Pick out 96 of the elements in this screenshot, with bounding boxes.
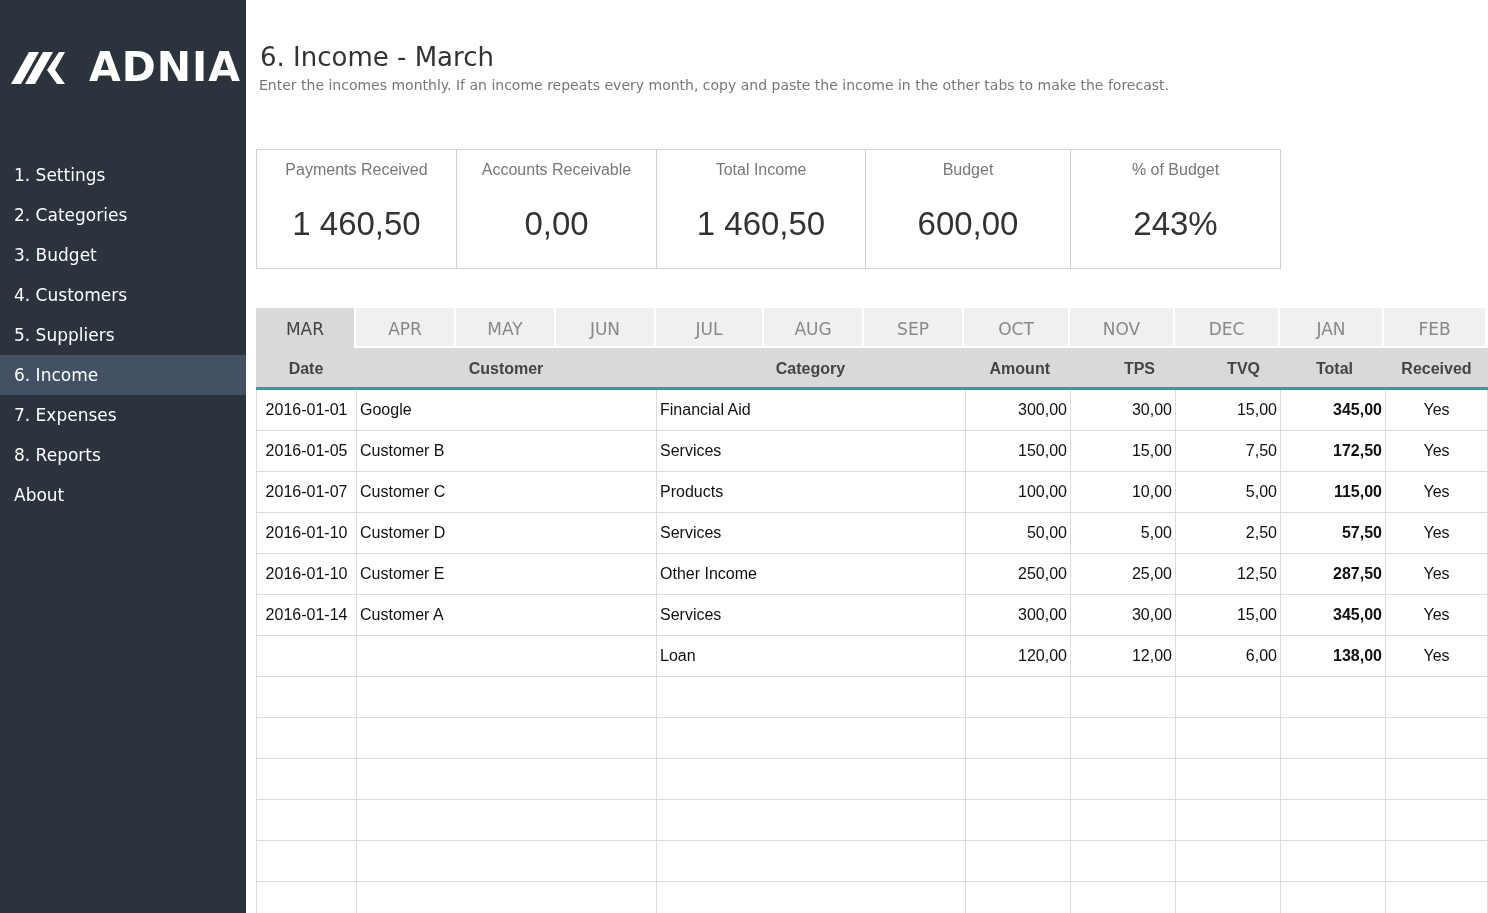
table-cell: 12,00: [1070, 636, 1175, 676]
month-tab[interactable]: DEC: [1175, 308, 1278, 346]
table-cell: 138,00: [1280, 636, 1385, 676]
column-header: TVQ: [1226, 359, 1261, 379]
month-tab[interactable]: AUG: [764, 308, 862, 346]
month-tab[interactable]: SEP: [864, 308, 962, 346]
table-cell: 15,00: [1175, 595, 1280, 635]
card-value: 243%: [1132, 205, 1219, 243]
sidebar-item[interactable]: 2. Categories: [0, 195, 246, 235]
table-cell: Services: [656, 513, 965, 553]
column-header: Customer: [467, 359, 545, 379]
card-label: Accounts Receivable: [480, 161, 633, 179]
table-cell: 30,00: [1070, 390, 1175, 430]
table-cell: Customer E: [356, 554, 656, 594]
table-cell: 2016-01-10: [256, 513, 356, 553]
table-cell: 50,00: [965, 513, 1070, 553]
table-cell: Yes: [1385, 472, 1488, 512]
sidebar-item[interactable]: 1. Settings: [0, 155, 246, 195]
card-value: 0,00: [523, 205, 590, 243]
table-cell: 2,50: [1175, 513, 1280, 553]
table-cell: 10,00: [1070, 472, 1175, 512]
table-cell: 30,00: [1070, 595, 1175, 635]
table-cell: Yes: [1385, 431, 1488, 471]
table-cell: 57,50: [1280, 513, 1385, 553]
table-cell: 300,00: [965, 390, 1070, 430]
card-value: 1 460,50: [291, 205, 422, 243]
month-tab[interactable]: JUN: [556, 308, 654, 346]
page-subtitle: Enter the incomes monthly. If an income repeats every month, copy and paste the income in the other tabs to make the forecast.: [259, 77, 1170, 93]
sidebar-item[interactable]: 5. Suppliers: [0, 315, 246, 355]
sidebar-item[interactable]: 7. Expenses: [0, 395, 246, 435]
table-cell: 2016-01-10: [256, 554, 356, 594]
month-tab[interactable]: JUL: [656, 308, 762, 346]
table-cell: Customer B: [356, 431, 656, 471]
table-cell: 287,50: [1280, 554, 1385, 594]
table-cell: 2016-01-01: [256, 390, 356, 430]
table-cell: Yes: [1385, 595, 1488, 635]
sidebar-item[interactable]: About: [0, 475, 246, 515]
column-header: TPS: [1122, 359, 1156, 379]
table-cell: 345,00: [1280, 595, 1385, 635]
table-cell: 2016-01-07: [256, 472, 356, 512]
column-header: Total: [1314, 359, 1354, 379]
card-label: % of Budget: [1130, 161, 1221, 179]
table-cell: Customer C: [356, 472, 656, 512]
table-cell: 6,00: [1175, 636, 1280, 676]
month-tab[interactable]: MAY: [456, 308, 554, 346]
table-cell: 2016-01-05: [256, 431, 356, 471]
month-tab[interactable]: OCT: [964, 308, 1068, 346]
sidebar-item[interactable]: 8. Reports: [0, 435, 246, 475]
month-tab[interactable]: APR: [356, 308, 454, 346]
page-title: 6. Income - March: [260, 41, 495, 74]
table-cell: Yes: [1385, 390, 1488, 430]
column-header: Amount: [988, 359, 1051, 379]
month-tab[interactable]: MAR: [256, 308, 354, 348]
card-label: Total Income: [714, 161, 808, 179]
table-cell: 12,50: [1175, 554, 1280, 594]
card-label: Budget: [941, 161, 995, 179]
table-cell: Financial Aid: [656, 390, 965, 430]
month-tab[interactable]: JAN: [1280, 308, 1382, 346]
table-cell: 25,00: [1070, 554, 1175, 594]
sidebar-item[interactable]: 3. Budget: [0, 235, 246, 275]
table-cell: 100,00: [965, 472, 1070, 512]
logo-text: ADNIA: [89, 44, 242, 90]
table-cell: Services: [656, 595, 965, 635]
table-cell: 300,00: [965, 595, 1070, 635]
column-header: Date: [287, 359, 325, 379]
column-header: Category: [774, 359, 847, 379]
table-cell: Google: [356, 390, 656, 430]
table-cell: 115,00: [1280, 472, 1385, 512]
table-cell: 7,50: [1175, 431, 1280, 471]
month-tab[interactable]: FEB: [1384, 308, 1485, 346]
table-cell: Yes: [1385, 636, 1488, 676]
card-value: 1 460,50: [695, 205, 827, 243]
sidebar-item[interactable]: 6. Income: [0, 355, 246, 395]
column-header: Received: [1400, 359, 1473, 379]
table-cell: Customer A: [356, 595, 656, 635]
table-cell: 5,00: [1070, 513, 1175, 553]
table-cell: 120,00: [965, 636, 1070, 676]
table-cell: 345,00: [1280, 390, 1385, 430]
month-tab[interactable]: NOV: [1070, 308, 1173, 346]
table-cell: 250,00: [965, 554, 1070, 594]
table-cell: Yes: [1385, 554, 1488, 594]
table-cell: Loan: [656, 636, 965, 676]
table-cell: 5,00: [1175, 472, 1280, 512]
sidebar-item[interactable]: 4. Customers: [0, 275, 246, 315]
table-cell: 15,00: [1175, 390, 1280, 430]
table-cell: Yes: [1385, 513, 1488, 553]
table-cell: 15,00: [1070, 431, 1175, 471]
table-cell: Customer D: [356, 513, 656, 553]
table-cell: Other Income: [656, 554, 965, 594]
table-cell: 172,50: [1280, 431, 1385, 471]
table-cell: Services: [656, 431, 965, 471]
table-cell: 2016-01-14: [256, 595, 356, 635]
table-cell: Products: [656, 472, 965, 512]
card-label: Payments Received: [284, 161, 429, 179]
card-value: 600,00: [916, 205, 1020, 243]
table-cell: 150,00: [965, 431, 1070, 471]
